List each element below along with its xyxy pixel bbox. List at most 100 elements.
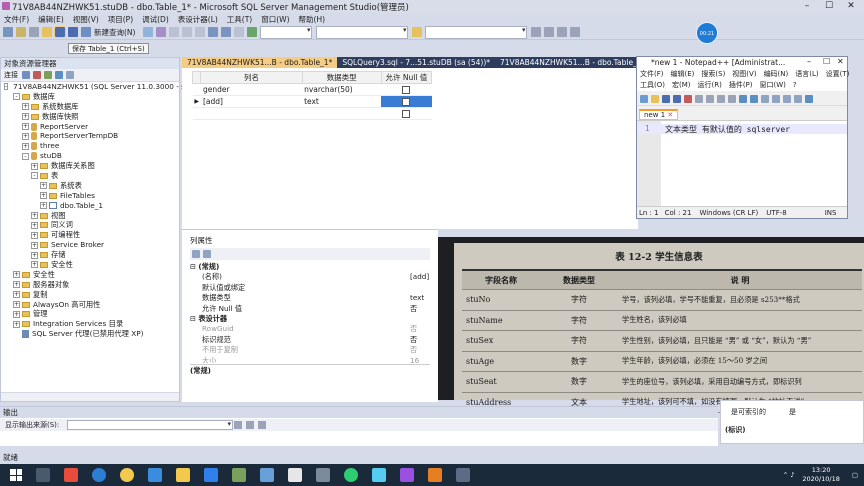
expand-icon[interactable]: + bbox=[22, 142, 29, 150]
tree-node[interactable]: -表 bbox=[1, 171, 179, 181]
explorer-icon[interactable] bbox=[557, 27, 568, 37]
property-value[interactable]: [add] bbox=[410, 272, 429, 282]
tree-node[interactable]: + 存储 bbox=[1, 250, 179, 260]
collapse-icon[interactable]: - bbox=[4, 83, 9, 91]
menu-tools[interactable]: 工具(T) bbox=[227, 14, 252, 25]
expand-icon[interactable]: + bbox=[31, 251, 38, 259]
row-indicator[interactable] bbox=[192, 107, 201, 120]
tree-node[interactable]: + 可编程性 bbox=[1, 230, 179, 240]
connect-button[interactable]: 连接 bbox=[4, 70, 18, 80]
props-icon[interactable] bbox=[531, 27, 542, 37]
property-value[interactable]: 16 bbox=[410, 356, 419, 363]
tree-node[interactable]: - stuDB bbox=[1, 151, 179, 161]
data-type-cell[interactable] bbox=[302, 107, 382, 120]
tree-node[interactable]: + 数据库快照 bbox=[1, 112, 179, 122]
toolbox-icon[interactable] bbox=[544, 27, 555, 37]
back-icon[interactable] bbox=[3, 27, 13, 37]
menu-table-designer[interactable]: 表设计器(L) bbox=[178, 14, 218, 25]
tree-node[interactable]: + AlwaysOn 高可用性 bbox=[1, 300, 179, 310]
tree-node[interactable]: + Service Broker bbox=[1, 240, 179, 250]
data-type-cell[interactable]: nvarchar(50) bbox=[302, 83, 382, 96]
tray-icons[interactable]: ⌃ ♪ bbox=[783, 471, 795, 479]
tab-sqlquery3[interactable]: SQLQuery3.sql - 7...51.stuDB (sa (54))* bbox=[337, 57, 495, 68]
save-doc-icon[interactable] bbox=[662, 95, 670, 103]
expand-icon[interactable]: + bbox=[31, 261, 38, 269]
solution-config-select[interactable] bbox=[260, 25, 313, 39]
tab-close-icon[interactable]: ✕ bbox=[667, 111, 673, 119]
app-gray-icon[interactable] bbox=[456, 468, 470, 482]
tree-node[interactable]: + ReportServerTempDB bbox=[1, 131, 179, 141]
allow-null-checkbox[interactable] bbox=[402, 86, 411, 94]
menu-edit[interactable]: 编辑(E) bbox=[38, 14, 64, 25]
tab-table-designer[interactable]: 71V8AB44NZHWK51...B - dbo.Table_1* bbox=[182, 57, 338, 68]
cut-doc-icon[interactable] bbox=[706, 95, 714, 103]
wrap-icon[interactable] bbox=[258, 421, 266, 429]
property-value[interactable]: text bbox=[410, 293, 424, 303]
print-icon[interactable] bbox=[695, 95, 703, 103]
allow-null-cell[interactable] bbox=[381, 107, 432, 120]
find-doc-icon[interactable] bbox=[761, 95, 769, 103]
tree-node[interactable]: + 安全性 bbox=[1, 270, 179, 280]
target-select[interactable] bbox=[316, 25, 409, 39]
app-store-icon[interactable] bbox=[204, 468, 218, 482]
undo-doc-icon[interactable] bbox=[739, 95, 747, 103]
notepad-menu-item[interactable]: ? bbox=[793, 81, 797, 89]
expand-icon[interactable]: + bbox=[13, 271, 20, 279]
allow-null-checkbox[interactable] bbox=[402, 98, 411, 106]
active-app-icon[interactable] bbox=[316, 468, 330, 482]
notepad-menu-item[interactable]: 文件(F) bbox=[640, 70, 664, 78]
zoom-out-icon[interactable] bbox=[794, 95, 802, 103]
alphabetical-icon[interactable] bbox=[203, 250, 211, 258]
open-folder-icon[interactable] bbox=[42, 27, 52, 37]
expand-icon[interactable]: + bbox=[13, 291, 20, 299]
notepad-close-button[interactable]: ✕ bbox=[837, 57, 844, 66]
connect-icon[interactable] bbox=[22, 71, 30, 79]
notepad-editor[interactable]: 1 文本类型 有默认值的 sqlserver bbox=[637, 120, 847, 207]
search-combo[interactable] bbox=[425, 25, 528, 39]
tree-node[interactable]: + 安全性 bbox=[1, 260, 179, 270]
table-row[interactable] bbox=[192, 107, 432, 120]
disconnect-icon[interactable] bbox=[33, 71, 41, 79]
tree-node[interactable]: + 数据库关系图 bbox=[1, 161, 179, 171]
tree-node[interactable]: + 视图 bbox=[1, 211, 179, 221]
object-explorer-hscroll[interactable] bbox=[1, 392, 179, 401]
app-orange-icon[interactable] bbox=[428, 468, 442, 482]
tree-node[interactable]: + dbo.Table_1 bbox=[1, 201, 179, 211]
clear-icon[interactable] bbox=[234, 421, 242, 429]
save-all-doc-icon[interactable] bbox=[673, 95, 681, 103]
sync-icon[interactable] bbox=[805, 95, 813, 103]
row-indicator[interactable] bbox=[192, 83, 201, 96]
notepad-menu-item[interactable]: 视图(V) bbox=[732, 70, 756, 78]
menu-file[interactable]: 文件(F) bbox=[4, 14, 29, 25]
cut-icon[interactable] bbox=[169, 27, 180, 37]
tree-node[interactable]: SQL Server 代理(已禁用代理 XP) bbox=[1, 329, 179, 339]
tree-node[interactable]: + ReportServer bbox=[1, 122, 179, 132]
collapse-icon[interactable]: - bbox=[13, 93, 20, 101]
expand-icon[interactable]: + bbox=[22, 132, 29, 140]
notepad-menu-item[interactable]: 搜索(S) bbox=[701, 70, 725, 78]
expand-icon[interactable]: + bbox=[13, 301, 20, 309]
start-icon[interactable] bbox=[10, 469, 22, 481]
expand-icon[interactable]: + bbox=[31, 221, 38, 229]
redo-doc-icon[interactable] bbox=[750, 95, 758, 103]
menu-help[interactable]: 帮助(H) bbox=[299, 14, 326, 25]
property-value[interactable]: 否 bbox=[410, 335, 417, 345]
menu-debug[interactable]: 调试(D) bbox=[142, 14, 169, 25]
expand-icon[interactable]: + bbox=[22, 103, 29, 111]
chrome-icon[interactable] bbox=[120, 468, 134, 482]
column-name-cell[interactable] bbox=[200, 107, 303, 120]
file-explorer-icon[interactable] bbox=[176, 468, 190, 482]
redo-icon[interactable] bbox=[221, 27, 232, 37]
tree-node[interactable]: + FileTables bbox=[1, 191, 179, 201]
expand-icon[interactable]: + bbox=[31, 162, 38, 170]
app-purple-icon[interactable] bbox=[400, 468, 414, 482]
app-red-icon[interactable] bbox=[64, 468, 78, 482]
notepad-menu-item[interactable]: 设置(T) bbox=[826, 70, 850, 78]
summary-icon[interactable] bbox=[66, 71, 74, 79]
categorized-icon[interactable] bbox=[192, 250, 200, 258]
undo-icon[interactable] bbox=[208, 27, 219, 37]
editor-text[interactable]: 文本类型 有默认值的 sqlserver bbox=[665, 124, 790, 135]
wechat-icon[interactable] bbox=[344, 468, 358, 482]
collapse-icon[interactable]: - bbox=[22, 152, 29, 160]
copy-doc-icon[interactable] bbox=[717, 95, 725, 103]
